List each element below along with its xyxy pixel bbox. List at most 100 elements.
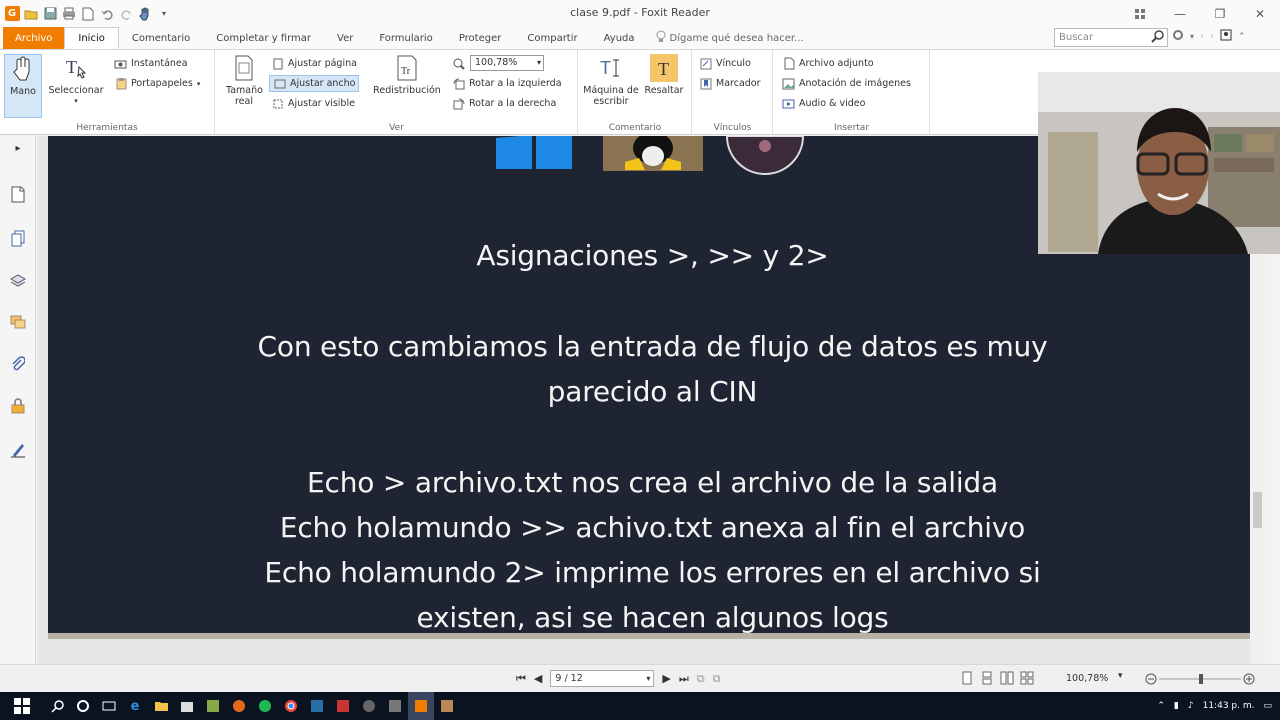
typewriter-button[interactable]: T Máquina de escribir: [583, 54, 639, 107]
save-icon[interactable]: [42, 6, 58, 22]
tab-ver[interactable]: Ver: [324, 27, 366, 49]
cortana-icon[interactable]: [70, 692, 96, 720]
forward-icon[interactable]: ›: [1210, 31, 1214, 42]
link-button[interactable]: Vínculo: [699, 55, 751, 72]
page-dropdown-icon[interactable]: ▾: [646, 671, 650, 686]
tab-inicio[interactable]: Inicio: [64, 27, 119, 49]
app-icon-4[interactable]: [356, 692, 382, 720]
next-page-icon[interactable]: ▶: [662, 672, 670, 685]
image-annotation-button[interactable]: Anotación de imágenes: [782, 75, 911, 92]
next-view-icon[interactable]: ⧉: [713, 672, 721, 686]
file-attachment-button[interactable]: Archivo adjunto: [782, 55, 874, 72]
search-input[interactable]: Buscar: [1054, 28, 1168, 47]
rotate-right-button[interactable]: Rotar a la derecha: [452, 95, 556, 112]
foxit-reader-taskbar-icon[interactable]: [408, 692, 434, 720]
snapshot-button[interactable]: Instantánea: [114, 55, 188, 72]
minimize-button[interactable]: —: [1160, 0, 1200, 27]
user-icon[interactable]: [1220, 29, 1232, 44]
zoom-dropdown-icon[interactable]: ▾: [537, 56, 541, 70]
app-logo-icon[interactable]: G: [4, 6, 20, 22]
select-tool-button[interactable]: T Seleccionar ▾: [46, 54, 106, 107]
close-button[interactable]: ✕: [1240, 0, 1280, 27]
view-mode-buttons: [960, 671, 1034, 688]
continuous-page-icon[interactable]: [980, 671, 994, 688]
tray-chevron-icon[interactable]: ⌃: [1157, 701, 1165, 711]
app-icon-2[interactable]: [304, 692, 330, 720]
highlight-button[interactable]: T Resaltar: [641, 54, 687, 96]
start-button[interactable]: [0, 692, 44, 720]
last-page-icon[interactable]: ⏭: [679, 672, 689, 686]
clipboard-button[interactable]: Portapapeles ▾: [114, 75, 200, 92]
attachments-icon[interactable]: [8, 354, 28, 374]
settings-icon[interactable]: [1172, 29, 1184, 44]
zoom-menu-icon[interactable]: ▾: [1118, 670, 1123, 681]
zoom-combobox[interactable]: 100,78% ▾: [470, 55, 544, 71]
zoom-slider[interactable]: [1145, 673, 1255, 685]
network-icon[interactable]: ▮: [1174, 701, 1179, 711]
security-lock-icon[interactable]: [8, 396, 28, 416]
signature-pen-icon[interactable]: [8, 440, 28, 460]
single-page-icon[interactable]: [960, 671, 974, 688]
page-thumbnails-icon[interactable]: [8, 184, 28, 204]
undo-icon[interactable]: [99, 6, 115, 22]
fit-visible-button[interactable]: Ajustar visible: [271, 95, 355, 112]
print-icon[interactable]: [61, 6, 77, 22]
new-doc-icon[interactable]: [80, 6, 96, 22]
tab-comentario[interactable]: Comentario: [119, 27, 203, 49]
tab-archivo[interactable]: Archivo: [3, 27, 65, 49]
scrollbar-thumb[interactable]: [1253, 492, 1262, 528]
expand-panel-icon[interactable]: ▸: [8, 138, 28, 158]
back-icon[interactable]: ‹: [1200, 31, 1204, 42]
tab-compartir[interactable]: Compartir: [514, 27, 590, 49]
app-icon-3[interactable]: [330, 692, 356, 720]
bookmark-button[interactable]: Marcador: [699, 75, 761, 92]
continuous-facing-icon[interactable]: [1020, 671, 1034, 688]
previous-view-icon[interactable]: ⧉: [697, 672, 705, 686]
chrome-icon[interactable]: [278, 692, 304, 720]
hand-tool-icon[interactable]: [137, 6, 153, 22]
file-explorer-icon[interactable]: [148, 692, 174, 720]
clock[interactable]: 11:43 p. m.: [1203, 701, 1255, 711]
spotify-icon[interactable]: [252, 692, 278, 720]
fit-page-button[interactable]: Ajustar página: [271, 55, 357, 72]
audio-video-button[interactable]: Audio & video: [782, 95, 865, 112]
rotate-left-button[interactable]: Rotar a la izquierda: [452, 75, 562, 92]
maximize-button[interactable]: ❐: [1200, 0, 1240, 27]
chevron-down-icon[interactable]: ▾: [1190, 32, 1194, 41]
edge-browser-icon[interactable]: e: [122, 692, 148, 720]
restore-layout-icon[interactable]: [1120, 0, 1160, 27]
lightbulb-icon: [656, 30, 666, 46]
search-icon[interactable]: [44, 692, 70, 720]
firefox-icon[interactable]: [226, 692, 252, 720]
open-folder-icon[interactable]: [23, 6, 39, 22]
layers-icon[interactable]: [8, 270, 28, 290]
collapse-ribbon-icon[interactable]: ⌃: [1238, 32, 1246, 42]
notifications-icon[interactable]: ▭: [1263, 701, 1272, 711]
tab-formulario[interactable]: Formulario: [366, 27, 445, 49]
customize-dropdown-icon[interactable]: ▾: [156, 6, 172, 22]
store-icon[interactable]: [174, 692, 200, 720]
first-page-icon[interactable]: ⏮: [516, 672, 526, 686]
fit-width-button[interactable]: Ajustar ancho: [269, 75, 360, 92]
page-number-input[interactable]: 9 / 12 ▾: [550, 670, 655, 687]
tab-completar-y-firmar[interactable]: Completar y firmar: [203, 27, 324, 49]
zoom-icon[interactable]: [452, 57, 465, 70]
tell-me-box[interactable]: Dígame qué desea hacer...: [656, 27, 804, 49]
redo-icon[interactable]: [118, 6, 134, 22]
page-border: [48, 633, 1257, 639]
app-icon-6[interactable]: [434, 692, 460, 720]
volume-icon[interactable]: ♪: [1188, 701, 1194, 711]
reflow-button[interactable]: Tr Redistribución: [370, 54, 444, 96]
pages-icon[interactable]: [8, 228, 28, 248]
search-icon[interactable]: [1151, 30, 1164, 46]
comments-icon[interactable]: [8, 312, 28, 332]
tab-proteger[interactable]: Proteger: [446, 27, 515, 49]
app-icon[interactable]: [200, 692, 226, 720]
facing-page-icon[interactable]: [1000, 671, 1014, 688]
actual-size-button[interactable]: Tamaño real: [222, 54, 266, 107]
task-view-icon[interactable]: [96, 692, 122, 720]
previous-page-icon[interactable]: ◀: [534, 672, 542, 685]
hand-tool-button[interactable]: Mano: [4, 54, 42, 118]
tab-ayuda[interactable]: Ayuda: [591, 27, 648, 49]
app-icon-5[interactable]: [382, 692, 408, 720]
